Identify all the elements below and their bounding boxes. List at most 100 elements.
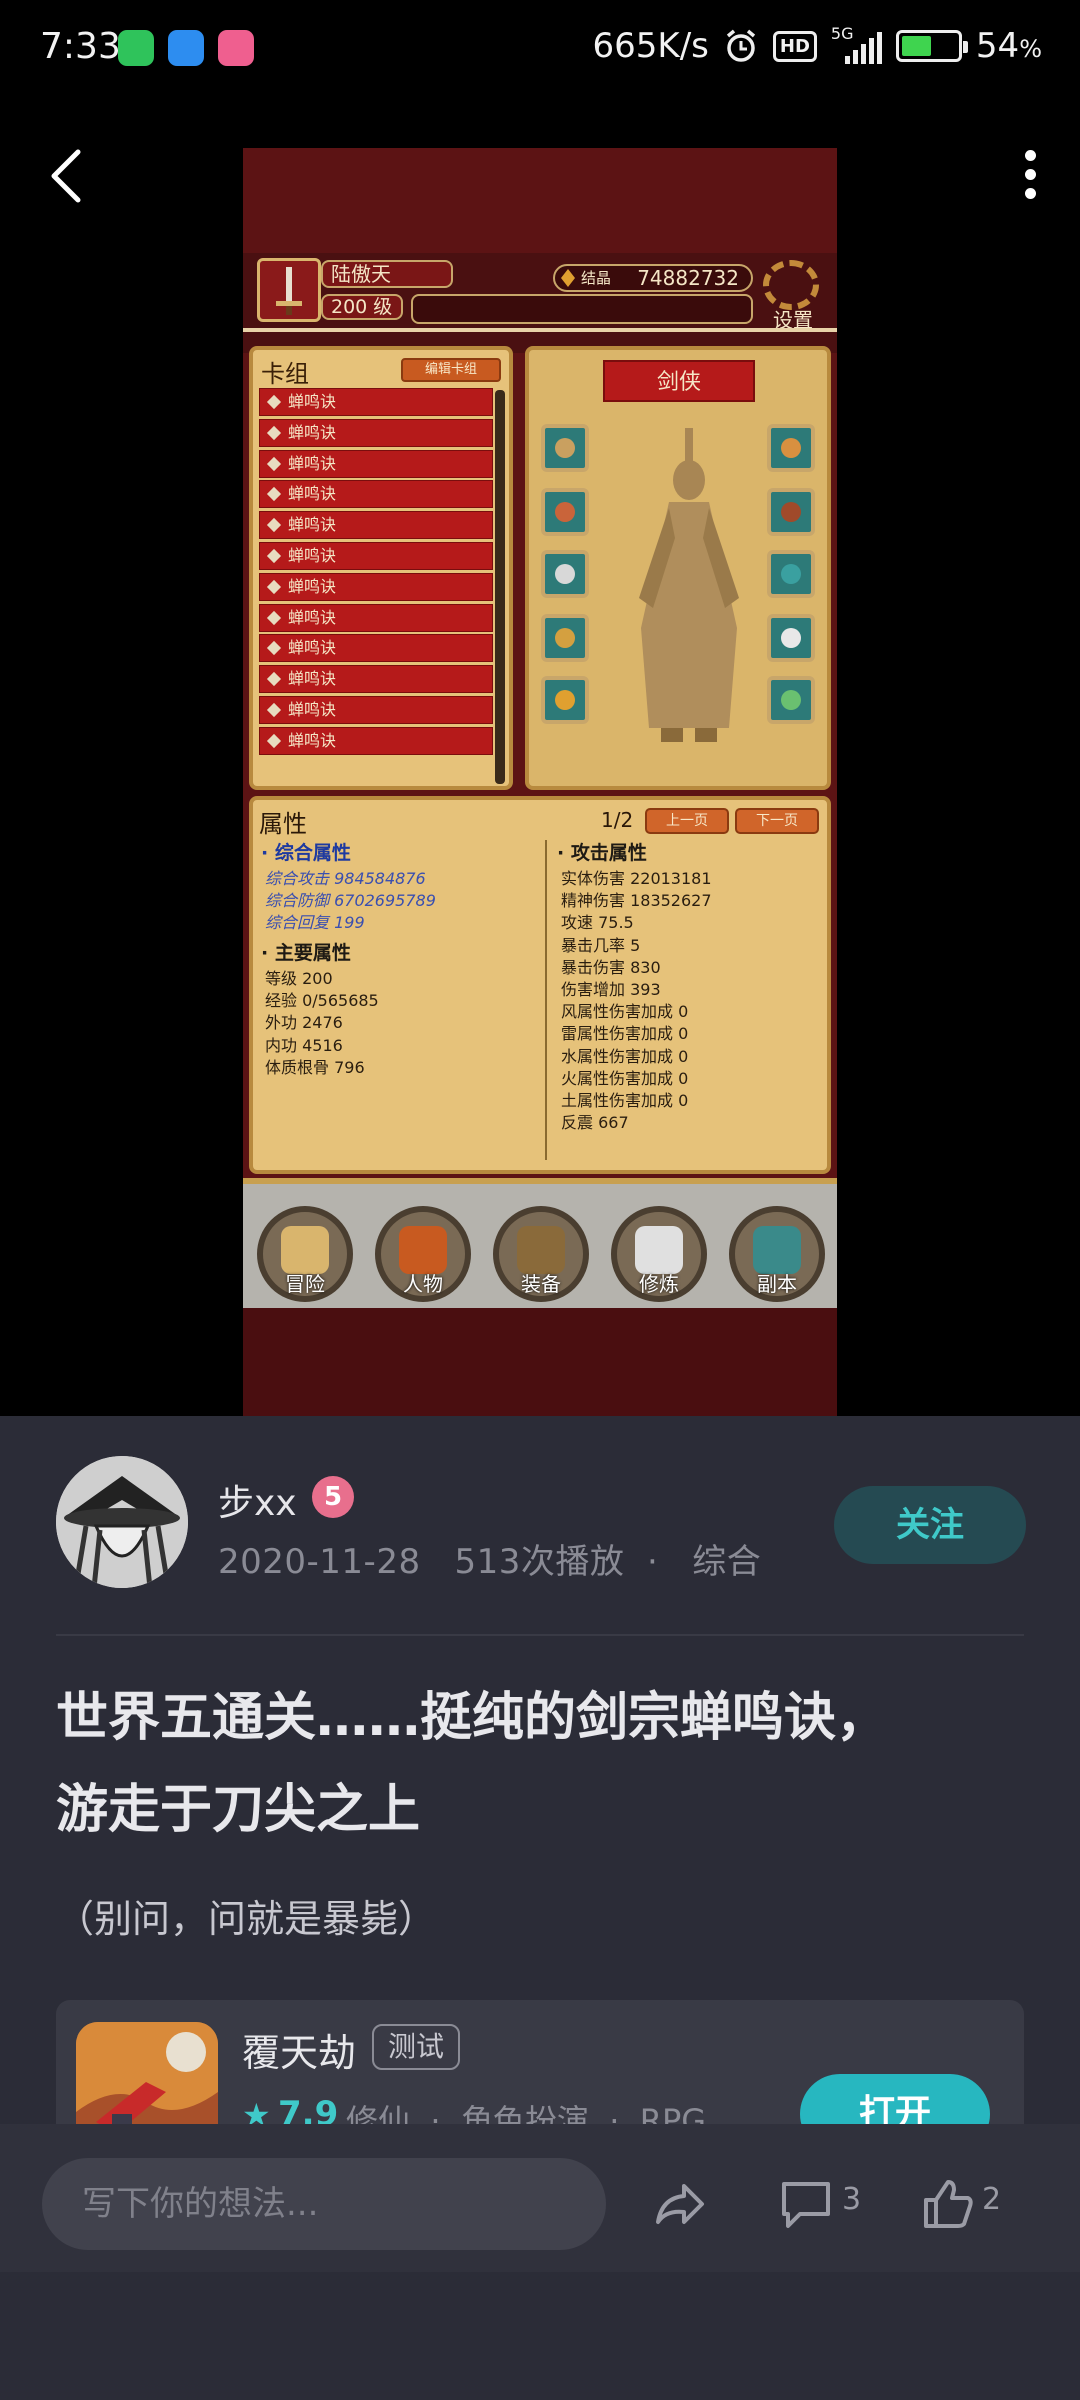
like-count: 2 xyxy=(982,2182,1002,2217)
comment-count: 3 xyxy=(842,2182,862,2217)
card-item: 蝉鸣诀 xyxy=(259,572,493,601)
wechat-icon xyxy=(118,30,154,66)
equip-slot-sash xyxy=(767,550,815,598)
player-avatar xyxy=(257,258,321,322)
equip-slot-weapon xyxy=(541,676,589,724)
attack-title: · 攻击属性 xyxy=(557,842,647,864)
battery-value: 54 xyxy=(975,26,1020,66)
post-title: 世界五通关……挺纯的剑宗蝉鸣诀， 游走于刀尖之上 xyxy=(56,1672,1036,1856)
author-level-badge: 5 xyxy=(312,1476,354,1518)
battery-fill xyxy=(901,36,932,56)
card-item: 蝉鸣诀 xyxy=(259,726,493,755)
prev-page-button: 上一页 xyxy=(645,808,729,834)
post-sheet: 步xx 5 2020-11-28 513次播放 · 综合 关注 世界五通关……挺… xyxy=(0,1416,1080,2400)
equip-slot-orb xyxy=(767,614,815,662)
game-nav-emblem xyxy=(635,1226,683,1274)
equip-slot-bracelet xyxy=(541,614,589,662)
author-name[interactable]: 步xx xyxy=(218,1474,297,1526)
card-item: 蝉鸣诀 xyxy=(259,541,493,570)
stat-line: 实体伤害 22013181 xyxy=(561,869,712,888)
game-nav-label: 副本 xyxy=(757,1272,797,1296)
divider xyxy=(56,1634,1024,1636)
card-scrollbar xyxy=(495,390,505,784)
comment-icon[interactable] xyxy=(778,2176,834,2232)
settings-gear-icon xyxy=(763,260,819,310)
post-title-line1: 世界五通关……挺纯的剑宗蝉鸣诀， xyxy=(56,1688,889,1748)
author-avatar[interactable] xyxy=(56,1456,188,1588)
equip-slot-armor xyxy=(767,488,815,536)
stat-line: 伤害增加 393 xyxy=(561,980,661,1000)
game-name: 覆天劫 xyxy=(242,2031,357,2075)
stat-line: 体质根骨 796 xyxy=(265,1057,365,1077)
player-name: 陆傲天 xyxy=(321,260,453,288)
post-meta: 2020-11-28 513次播放 · 综合 xyxy=(218,1542,762,1582)
hero-title: 剑侠 xyxy=(603,360,755,402)
stat-line: 火属性伤害加成 0 xyxy=(561,1068,689,1088)
pink-app-icon xyxy=(218,30,254,66)
game-nav-label: 装备 xyxy=(521,1272,561,1296)
card-list: 蝉鸣诀 蝉鸣诀 蝉鸣诀 蝉鸣诀 蝉鸣诀 蝉鸣诀 蝉鸣诀 蝉鸣诀 蝉鸣诀 蝉鸣诀 蝉鸣诀 蝉鸣诀 xyxy=(259,388,493,758)
player-level: 200 级 xyxy=(321,294,403,320)
hero-figure xyxy=(639,428,739,742)
card-deck-panel: 卡组 编辑卡组 蝉鸣诀 蝉鸣诀 蝉鸣诀 蝉鸣诀 蝉鸣诀 蝉鸣诀 蝉鸣诀 蝉鸣诀 蝉鸣诀 蝉鸣诀 蝉鸣… xyxy=(249,346,513,790)
game-nav-emblem xyxy=(753,1226,801,1274)
stat-line: 等级 200 xyxy=(265,969,333,988)
stat-line: 攻速 75.5 xyxy=(561,913,634,933)
card-item: 蝉鸣诀 xyxy=(259,388,493,416)
stat-line: 暴击几率 5 xyxy=(561,935,641,955)
signal-label: 5G xyxy=(830,24,854,43)
hero-panel: 剑侠 xyxy=(525,346,831,790)
game-nav-emblem xyxy=(517,1226,565,1274)
attack-stats: 实体伤害 22013181 精神伤害 18352627 攻速 75.5 暴击几率 5暴… xyxy=(561,868,712,1134)
crystal-icon xyxy=(561,269,575,287)
game-nav-emblem xyxy=(399,1226,447,1274)
card-item: 蝉鸣诀 xyxy=(259,418,493,447)
avatar-image xyxy=(56,1456,188,1588)
crystal-counter: 结晶 74882732 xyxy=(553,264,753,292)
back-icon[interactable] xyxy=(40,146,90,206)
stat-line: 经验 0/565685 xyxy=(265,991,379,1011)
equip-slot-hat xyxy=(541,424,589,472)
battery-percent: 54% xyxy=(976,26,1042,66)
post-subtitle: （别问，问就是暴毙） xyxy=(56,1897,437,1941)
stat-line: 综合回复 199 xyxy=(265,913,365,933)
battery-icon xyxy=(895,30,968,62)
combined-title: · 综合属性 xyxy=(261,842,351,864)
more-options-icon[interactable] xyxy=(1020,150,1040,200)
attributes-page: 1/2 xyxy=(601,808,634,832)
post-title-line2: 游走于刀尖之上 xyxy=(56,1780,421,1840)
stat-line: 风属性伤害加成 0 xyxy=(561,1002,689,1022)
card-item: 蝉鸣诀 xyxy=(259,511,493,540)
card-item: 蝉鸣诀 xyxy=(259,695,493,724)
video-player[interactable]: 陆傲天 200 级 结晶 74882732 设置 卡组 编辑卡组 蝉鸣诀 蝉鸣诀蝉… xyxy=(0,96,1080,1416)
stat-line: 雷属性伤害加成 0 xyxy=(561,1024,689,1044)
main-title: · 主要属性 xyxy=(261,942,351,964)
card-item: 蝉鸣诀 xyxy=(259,603,493,632)
signal-icon: 5G xyxy=(831,24,882,64)
stat-line: 土属性伤害加成 0 xyxy=(561,1091,689,1111)
game-test-tag: 测试 xyxy=(372,2024,461,2070)
stat-line: 反震 667 xyxy=(561,1113,629,1133)
equip-slot-boots xyxy=(767,676,815,724)
card-item: 蝉鸣诀 xyxy=(259,634,493,663)
game-nav-label: 人物 xyxy=(403,1272,443,1296)
attributes-divider xyxy=(545,840,547,1160)
post-plays: 513次播放 xyxy=(454,1542,625,1582)
stat-line: 综合防御 6702695789 xyxy=(265,891,436,911)
follow-button[interactable]: 关注 xyxy=(834,1486,1026,1564)
edit-cards-button: 编辑卡组 xyxy=(401,358,501,382)
attributes-panel: 属性 1/2 上一页 下一页 · 综合属性 综合攻击 984584876 综合防御… xyxy=(249,796,831,1174)
alarm-icon xyxy=(726,29,756,62)
game-screenshot: 陆傲天 200 级 结晶 74882732 设置 卡组 编辑卡组 蝉鸣诀 蝉鸣诀蝉… xyxy=(243,148,837,1416)
screen: { "status": { "time": "7:33", "net_speed… xyxy=(0,0,1080,2400)
sword-icon xyxy=(276,267,302,315)
status-bar: 7:33 665K/s HD 5G 54% xyxy=(0,0,1080,96)
game-nav-label: 修炼 xyxy=(639,1272,679,1296)
equip-slot-gourd xyxy=(767,424,815,472)
like-icon[interactable] xyxy=(920,2176,976,2232)
game-nav-emblem xyxy=(281,1226,329,1274)
header-divider xyxy=(243,328,837,332)
share-icon[interactable] xyxy=(652,2176,708,2232)
bottom-action-bar: 3 2 xyxy=(0,2124,1080,2400)
comment-input[interactable] xyxy=(42,2158,606,2250)
